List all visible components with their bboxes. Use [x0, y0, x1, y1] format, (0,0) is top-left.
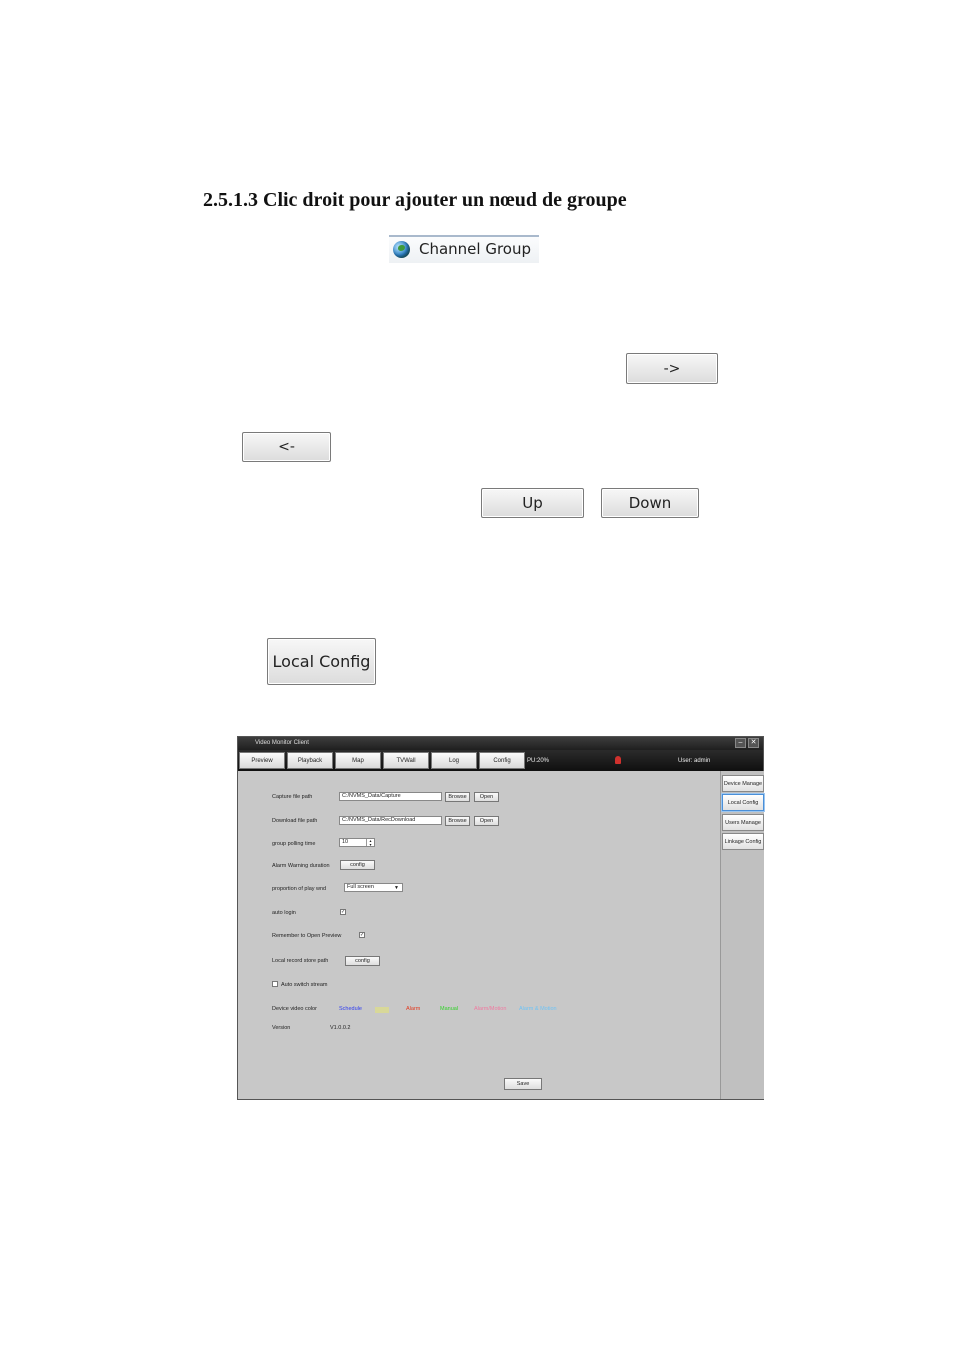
user-label: User: admin [678, 758, 711, 764]
proportion-label: proportion of play wnd [272, 886, 327, 892]
color-manual-label: Manual [440, 1006, 459, 1012]
color-alarm-motion-label: Alarm/Motion [474, 1006, 507, 1012]
nav-bar: Preview Playback Map TVWall Log Config P… [238, 750, 763, 771]
download-open-button[interactable]: Open [474, 816, 499, 826]
move-right-button[interactable]: -> [626, 353, 718, 384]
auto-switch-checkbox[interactable] [272, 981, 278, 987]
polling-time-value: 10 [342, 839, 349, 845]
sidebar-item-device-manage[interactable]: Device Manage [722, 775, 764, 792]
tab-playback[interactable]: Playback [287, 752, 333, 769]
channel-group-node[interactable]: Channel Group [389, 235, 539, 263]
auto-login-checkbox[interactable]: ✓ [340, 909, 346, 915]
config-sidebar: Device Manage Local Config Users Manage … [720, 771, 764, 1099]
sidebar-item-users-manage[interactable]: Users Manage [722, 814, 764, 831]
download-path-label: Download file path [272, 818, 318, 824]
spin-arrows-icon[interactable]: ▴ ▾ [366, 839, 374, 846]
tab-preview[interactable]: Preview [239, 752, 285, 769]
chevron-down-icon: ▼ [394, 885, 399, 891]
minimize-button[interactable]: – [735, 738, 746, 748]
globe-icon [393, 241, 410, 258]
version-label: Version [272, 1025, 291, 1031]
capture-path-label: Capture file path [272, 794, 313, 800]
polling-time-stepper[interactable]: 10 ▴ ▾ [339, 838, 375, 847]
tab-map[interactable]: Map [335, 752, 381, 769]
alarm-config-button[interactable]: config [340, 860, 375, 870]
tab-tvwall[interactable]: TVWall [383, 752, 429, 769]
sidebar-item-local-config[interactable]: Local Config [722, 794, 764, 811]
window-title: Video Monitor Client [255, 740, 309, 746]
video-color-label: Device video color [272, 1006, 317, 1012]
polling-time-label: group polling time [272, 841, 316, 847]
alarm-icon[interactable] [615, 756, 621, 764]
title-bar: Video Monitor Client – ✕ [238, 737, 763, 750]
color-schedule-label: Schedule [339, 1006, 362, 1012]
tab-log[interactable]: Log [431, 752, 477, 769]
sidebar-item-linkage-config[interactable]: Linkage Config [722, 833, 764, 850]
auto-login-label: auto login [272, 910, 296, 916]
record-path-config-button[interactable]: config [345, 956, 380, 966]
color-alarm-and-motion-label: Alarm & Motion [519, 1006, 557, 1012]
download-path-input[interactable]: C:/NVMS_Data/RecDownload [339, 816, 442, 825]
alarm-duration-label: Alarm Warning duration [272, 863, 330, 869]
proportion-select[interactable]: Full screen ▼ [344, 883, 403, 892]
color-alarm-label: Alarm [406, 1006, 421, 1012]
down-button[interactable]: Down [601, 488, 699, 518]
up-button[interactable]: Up [481, 488, 584, 518]
remember-preview-checkbox[interactable]: ✓ [359, 932, 365, 938]
capture-open-button[interactable]: Open [474, 792, 499, 802]
auto-switch-label: Auto switch stream [281, 982, 328, 988]
app-window: Video Monitor Client – ✕ Preview Playbac… [237, 736, 764, 1100]
capture-browse-button[interactable]: Browse [445, 792, 470, 802]
tab-config[interactable]: Config [479, 752, 525, 769]
record-path-label: Local record store path [272, 958, 329, 964]
close-button[interactable]: ✕ [748, 738, 759, 748]
download-browse-button[interactable]: Browse [445, 816, 470, 826]
remember-preview-label: Remember to Open Preview [272, 933, 342, 939]
version-value: V1.0.0.2 [330, 1025, 351, 1031]
color-swatch [375, 1007, 389, 1013]
save-button[interactable]: Save [504, 1078, 542, 1090]
proportion-value: Full screen [347, 884, 374, 890]
local-config-button[interactable]: Local Config [267, 638, 376, 685]
move-left-button[interactable]: <- [242, 432, 331, 462]
cpu-usage: PU:20% [527, 758, 550, 764]
section-heading: 2.5.1.3 Clic droit pour ajouter un nœud … [203, 189, 627, 211]
channel-group-label: Channel Group [419, 240, 532, 258]
capture-path-input[interactable]: C:/NVMS_Data/Capture [339, 792, 442, 801]
